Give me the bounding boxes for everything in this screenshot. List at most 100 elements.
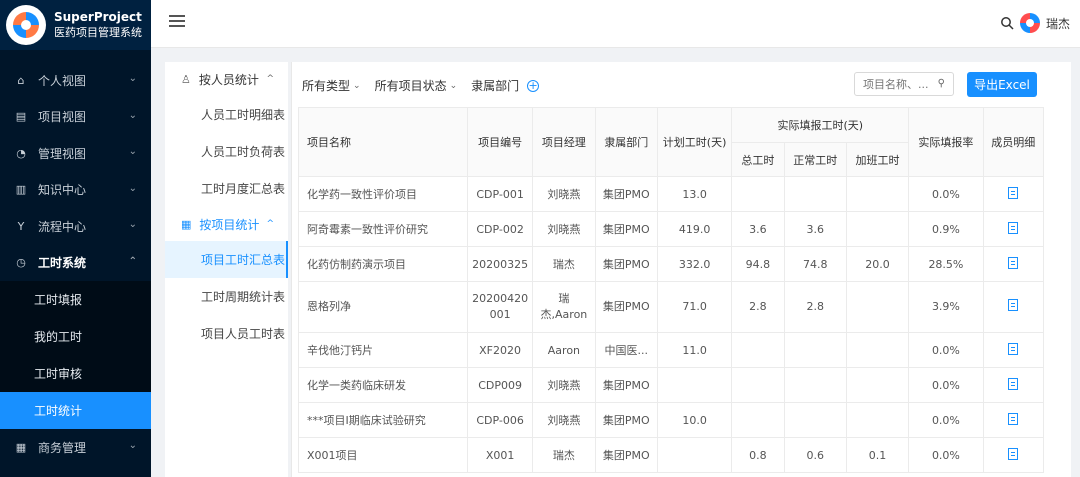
search-input[interactable] [863,73,939,95]
flow-icon: Y [17,219,25,233]
cell-total: 3.6 [731,211,785,247]
cell-normal: 2.8 [783,281,847,333]
chevron-down-icon: ⌄ [449,80,458,91]
col-dept[interactable]: 隶属部门 [594,107,658,177]
col-total[interactable]: 总工时 [731,142,785,177]
col-project-name[interactable]: 项目名称 [298,107,468,177]
nav-period-statistics[interactable]: 工时周期统计表 [165,278,288,315]
search-icon[interactable]: ⚲ [938,78,945,89]
submenu-timesheet-review[interactable]: 工时审核 [0,355,151,392]
member-detail-icon[interactable] [1008,298,1019,311]
avatar [1019,13,1040,33]
menu-knowledge-center[interactable]: ▥ 知识中心 ⌄ [0,172,151,209]
menu-business-management[interactable]: ▦ 商务管理 ⌄ [0,429,151,466]
brand: SuperProject 医药项目管理系统 [0,0,151,50]
group-by-project[interactable]: ▦ 按项目统计 ^ [165,207,288,241]
cell-overtime [845,176,910,212]
cell-code: 20200325 [466,246,534,282]
timesheet-submenu: 工时填报 我的工时 工时审核 工时统计 [0,281,151,429]
cell-planned [656,367,733,403]
cell-normal [783,176,847,212]
cell-code: XF2020 [466,332,534,368]
table-row: X001项目 X001 瑞杰 集团PMO 0.8 0.6 0.1 0.0% [298,437,1045,473]
add-filter-icon[interactable]: + [527,79,540,92]
submenu-timesheet-entry[interactable]: 工时填报 [0,281,151,318]
cell-project-name[interactable]: 化药仿制药演示项目 [298,246,468,282]
cell-detail [982,176,1045,212]
group-by-person[interactable]: ♙ 按人员统计 ^ [165,62,288,96]
nav-project-timesheet-summary[interactable]: 项目工时汇总表 [165,241,288,278]
filter-type[interactable]: 所有类型 ⌄ [302,77,361,94]
col-normal[interactable]: 正常工时 [783,142,847,177]
export-excel-button[interactable]: 导出Excel [967,72,1037,97]
cell-project-name[interactable]: X001项目 [298,437,468,473]
filter-label: 隶属部门 [471,79,520,93]
filter-label: 所有类型 [302,79,351,93]
menu-timesheet-system[interactable]: ◷ 工时系统 ⌃ [0,245,151,282]
clock-icon: ◷ [16,256,26,270]
cell-normal: 3.6 [783,211,847,247]
chevron-up-icon: ^ [266,74,274,84]
chevron-down-icon: ⌄ [128,73,137,84]
col-planned[interactable]: 计划工时(天) [656,107,733,177]
menu-label: 项目视图 [38,110,87,125]
cell-planned: 13.0 [656,176,733,212]
cell-project-name[interactable]: 辛伐他汀钙片 [298,332,468,368]
project-search: ⚲ [854,72,954,96]
search-icon[interactable] [1000,16,1014,30]
cell-project-name[interactable]: 恩格列净 [298,281,468,333]
cell-code: CDP-006 [466,402,534,438]
cell-planned: 419.0 [656,211,733,247]
nav-monthly-summary[interactable]: 工时月度汇总表 [165,170,288,207]
member-detail-icon[interactable] [1008,447,1019,460]
member-detail-icon[interactable] [1008,186,1019,199]
cell-rate: 28.5% [908,246,984,282]
cell-project-name[interactable]: 化学一类药临床研发 [298,367,468,403]
project-timesheet-table: 项目名称 项目编号 项目经理 隶属部门 计划工时(天) 实际填报工时(天) 实际… [298,107,1045,473]
menu-personal-view[interactable]: ⌂ 个人视图 ⌄ [0,62,151,99]
main-content: 所有类型⌄ 所有项目状态⌄ 隶属部门 + ⚲ 导出Excel 项目名称 项目编号… [291,62,1071,477]
cell-detail [982,402,1045,438]
cell-dept: 集团PMO [594,176,658,212]
col-project-code[interactable]: 项目编号 [466,107,534,177]
menu-project-view[interactable]: ▤ 项目视图 ⌄ [0,99,151,136]
menu-flow-center[interactable]: Y 流程中心 ⌄ [0,208,151,245]
chevron-down-icon: ⌄ [128,109,137,121]
member-detail-icon[interactable] [1008,342,1019,355]
table-row: 化药仿制药演示项目 20200325 瑞杰 集团PMO 332.0 94.8 7… [298,246,1045,282]
cell-dept: 集团PMO [594,281,658,333]
menu-fold-icon[interactable] [169,15,185,31]
nav-person-timesheet-detail[interactable]: 人员工时明细表 [165,96,288,133]
report-nav: ♙ 按人员统计 ^ 人员工时明细表 人员工时负荷表 工时月度汇总表 ▦ 按项目统… [165,62,288,477]
filter-dept[interactable]: 隶属部门 [471,77,519,94]
menu-management-view[interactable]: ◔ 管理视图 ⌄ [0,135,151,172]
cell-project-name[interactable]: ***项目Ⅰ期临床试验研究 [298,402,468,438]
filter-status[interactable]: 所有项目状态 ⌄ [375,77,458,94]
submenu-timesheet-statistics[interactable]: 工时统计 [0,392,151,429]
chevron-down-icon: ⌄ [353,80,361,91]
cell-rate: 0.9% [908,211,984,247]
col-overtime[interactable]: 加班工时 [845,142,910,177]
nav-project-member-timesheet[interactable]: 项目人员工时表 [165,315,288,352]
col-rate[interactable]: 实际填报率 [908,107,984,177]
member-detail-icon[interactable] [1008,377,1019,390]
cell-normal: 74.8 [783,246,847,282]
member-detail-icon[interactable] [1008,412,1019,425]
cell-project-name[interactable]: 化学药一致性评价项目 [298,176,468,212]
submenu-my-timesheet[interactable]: 我的工时 [0,318,151,355]
nav-person-timesheet-load[interactable]: 人员工时负荷表 [165,133,288,170]
cell-normal [783,332,847,368]
cell-total [731,402,785,438]
member-detail-icon[interactable] [1008,221,1019,234]
cell-project-name[interactable]: 阿奇霉素一致性评价研究 [298,211,468,247]
cell-detail [982,211,1045,247]
cell-normal [783,367,847,403]
cell-normal: 0.6 [783,437,847,473]
user-menu[interactable]: 瑞杰 [1019,13,1070,33]
cell-planned: 10.0 [656,402,733,438]
member-detail-icon[interactable] [1008,256,1019,269]
col-project-manager[interactable]: 项目经理 [532,107,596,177]
filter-label: 所有项目状态 [374,79,447,93]
chevron-up-icon: ^ [266,219,274,229]
cell-rate: 0.0% [908,367,984,403]
